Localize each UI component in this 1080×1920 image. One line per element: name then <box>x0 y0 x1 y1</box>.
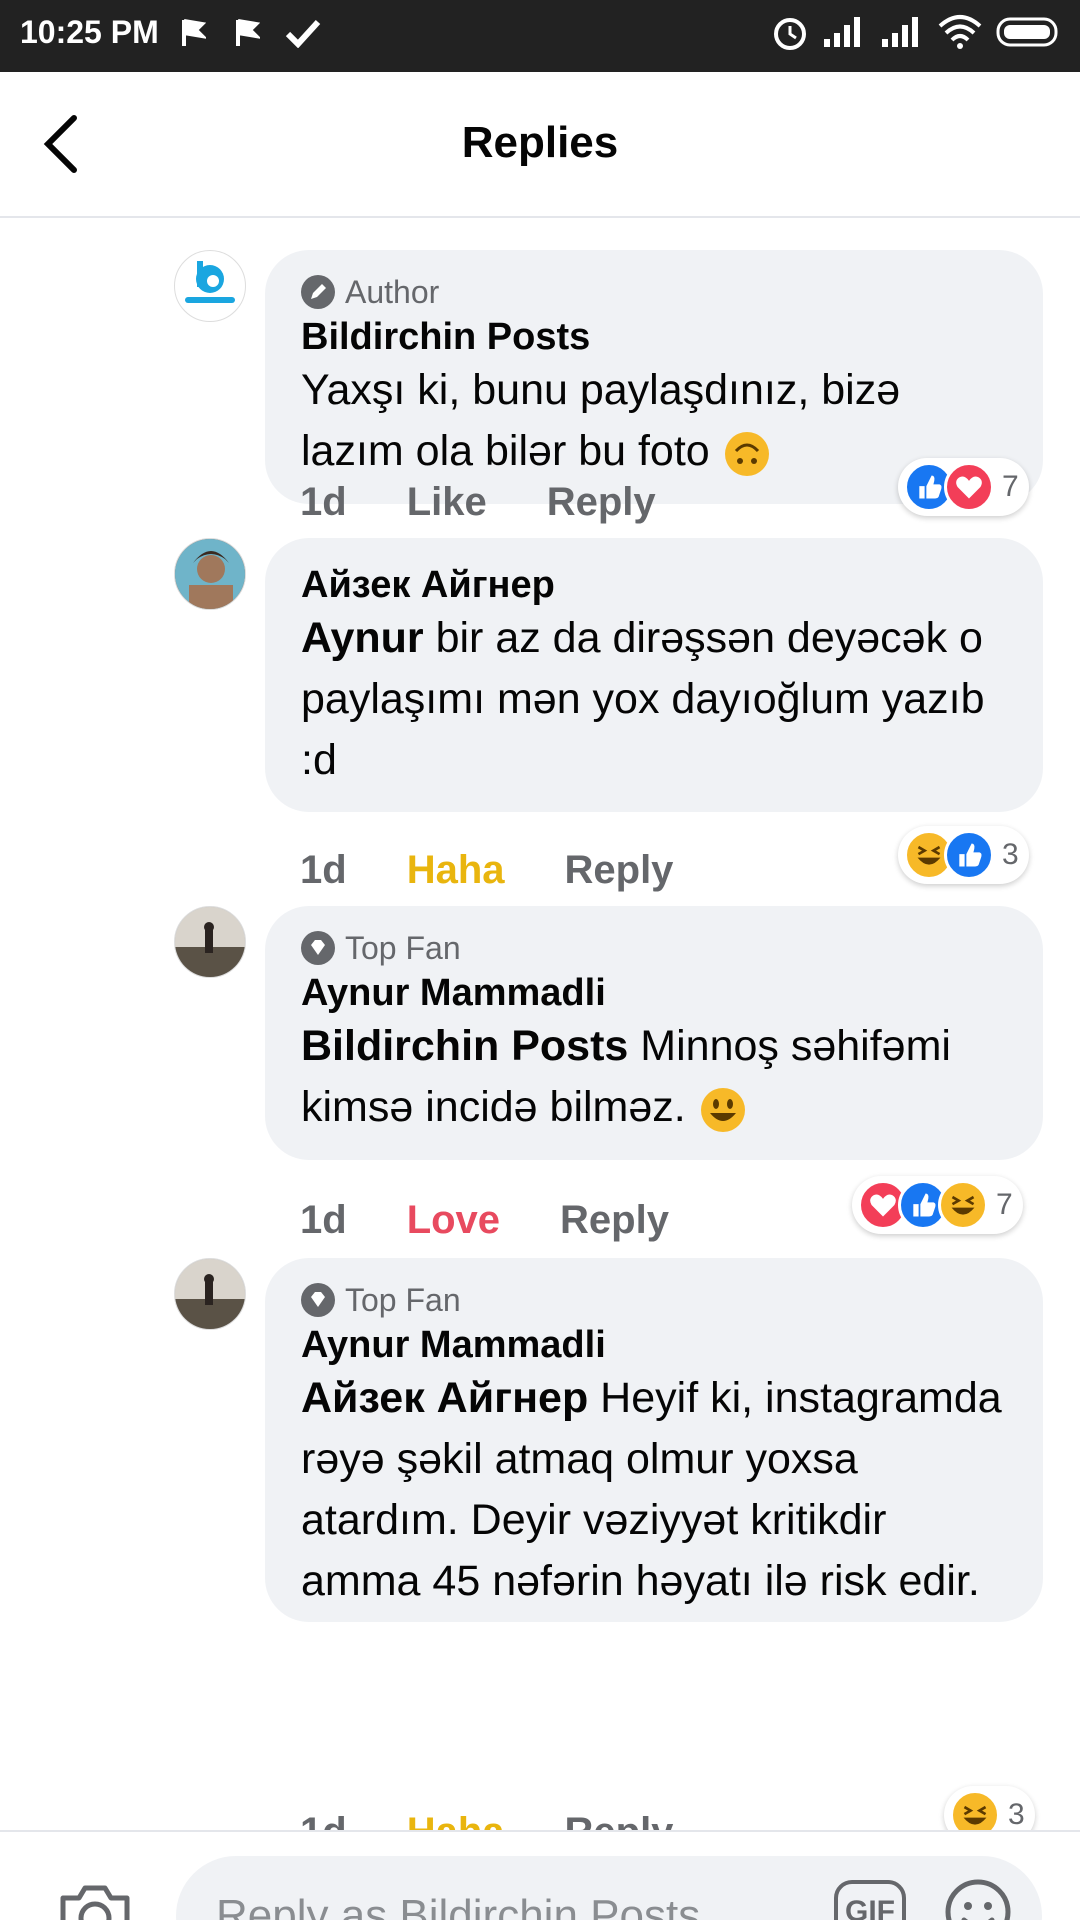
comment-actions: 1d Haha Reply <box>300 1810 733 1830</box>
wifi-icon <box>938 15 982 49</box>
user-photo <box>175 1259 245 1329</box>
reaction-count: 7 <box>1002 470 1019 503</box>
badge-row: Top Fan <box>301 1278 1007 1322</box>
signal-icon <box>882 17 918 47</box>
reply-composer: GIF <box>0 1830 1080 1920</box>
comment-actions: 1d Haha Reply <box>300 848 733 893</box>
diamond-icon <box>301 931 335 965</box>
reaction-count: 3 <box>1002 838 1019 871</box>
reaction-count: 3 <box>1008 1798 1025 1830</box>
status-time: 10:25 PM <box>20 14 159 50</box>
haha-icon <box>950 1790 1000 1830</box>
flag-icon <box>182 19 206 46</box>
camera-icon[interactable] <box>55 1880 135 1920</box>
haha-button[interactable]: Haha <box>407 1810 505 1830</box>
haha-button[interactable]: Haha <box>407 848 505 893</box>
emoji-icon[interactable] <box>942 1876 1014 1920</box>
replies-list[interactable]: Author Bildirchin Posts Yaxşı ki, bunu p… <box>0 218 1080 1830</box>
replies-sheet: Replies Author Bildirchin Posts Yaxşı ki… <box>0 72 1080 1920</box>
comment-text: Aynur bir az da dirəşsən deyəcək o payla… <box>301 608 1007 791</box>
reply-button[interactable]: Reply <box>560 1198 669 1243</box>
alarm-icon <box>774 18 806 50</box>
comment-text: Айзек Айгнер Heyif ki, instagramda rəyə … <box>301 1368 1007 1612</box>
reaction-summary[interactable]: 3 <box>944 1786 1035 1830</box>
page-title: Replies <box>461 118 619 167</box>
gif-button[interactable]: GIF <box>834 1880 906 1920</box>
reaction-count: 7 <box>996 1188 1013 1221</box>
bildirchin-logo <box>185 261 235 303</box>
user-photo <box>175 907 245 977</box>
avatar[interactable] <box>174 1258 246 1330</box>
diamond-icon <box>301 1283 335 1317</box>
comment-author[interactable]: Bildirchin Posts <box>301 314 1007 360</box>
badge-row: Top Fan <box>301 926 1007 970</box>
avatar[interactable] <box>174 906 246 978</box>
comment-text: Yaxşı ki, bunu paylaşdınız, bizə lazım o… <box>301 360 1007 482</box>
comment-bubble[interactable]: Top Fan Aynur Mammadli Айзек Айгнер Heyi… <box>265 1258 1043 1622</box>
pencil-icon <box>301 275 335 309</box>
haha-icon <box>938 1180 988 1230</box>
avatar[interactable] <box>174 538 246 610</box>
header: Replies <box>0 72 1080 218</box>
timestamp: 1d <box>300 480 347 524</box>
mention-link[interactable]: Aynur <box>301 614 424 662</box>
upside-down-face-icon <box>724 431 769 476</box>
love-button[interactable]: Love <box>407 1198 500 1243</box>
battery-icon <box>996 17 1058 47</box>
reply-button[interactable]: Reply <box>565 1810 674 1830</box>
comment-bubble[interactable]: Top Fan Aynur Mammadli Bildirchin Posts … <box>265 906 1043 1160</box>
timestamp: 1d <box>300 848 347 892</box>
love-icon <box>944 462 994 512</box>
comment-actions: 1d Like Reply <box>300 480 716 525</box>
reply-button[interactable]: Reply <box>547 480 656 525</box>
top-fan-badge: Top Fan <box>345 929 461 966</box>
like-icon <box>944 830 994 880</box>
status-bar: 10:25 PM <box>0 0 1080 72</box>
reaction-summary[interactable]: 3 <box>898 826 1029 884</box>
reaction-summary[interactable]: 7 <box>898 458 1029 516</box>
avatar[interactable] <box>174 250 246 322</box>
comment-text: Bildirchin Posts Minnoş səhifəmi kimsə i… <box>301 1016 1007 1138</box>
author-badge: Author <box>345 273 440 310</box>
like-button[interactable]: Like <box>407 480 487 525</box>
badge-row: Author <box>301 270 1007 314</box>
timestamp: 1d <box>300 1198 347 1242</box>
mention-link[interactable]: Bildirchin Posts <box>301 1022 628 1070</box>
reaction-summary[interactable]: 7 <box>852 1176 1023 1234</box>
comment-bubble[interactable]: Айзек Айгнер Aynur bir az da dirəşsən de… <box>265 538 1043 812</box>
comment-author[interactable]: Aynur Mammadli <box>301 970 1007 1016</box>
comment-author[interactable]: Aynur Mammadli <box>301 1322 1007 1368</box>
reply-input[interactable] <box>176 1856 1042 1920</box>
check-icon <box>285 19 321 48</box>
comment-author[interactable]: Айзек Айгнер <box>301 562 1007 608</box>
grinning-face-icon <box>700 1087 745 1132</box>
comment-actions: 1d Love Reply <box>300 1198 729 1243</box>
flag-icon <box>236 19 260 46</box>
user-photo <box>175 539 245 609</box>
timestamp: 1d <box>300 1810 347 1830</box>
comment-body: Yaxşı ki, bunu paylaşdınız, bizə lazım o… <box>301 366 901 475</box>
signal-icon <box>824 17 860 47</box>
reply-button[interactable]: Reply <box>565 848 674 893</box>
mention-link[interactable]: Айзек Айгнер <box>301 1374 588 1422</box>
top-fan-badge: Top Fan <box>345 1281 461 1318</box>
